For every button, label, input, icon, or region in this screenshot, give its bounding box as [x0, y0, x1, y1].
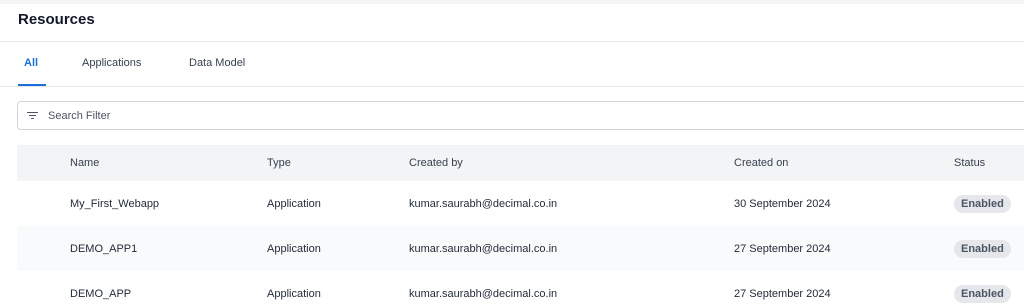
column-header-created-on[interactable]: Created on: [734, 145, 788, 181]
cell-status: Enabled: [954, 271, 1011, 306]
status-badge: Enabled: [954, 194, 1011, 213]
table-row[interactable]: My_First_Webapp Application kumar.saurab…: [17, 181, 1024, 226]
cell-status: Enabled: [954, 226, 1011, 271]
filter-icon: [27, 111, 38, 121]
cell-created-by: kumar.saurabh@decimal.co.in: [409, 287, 558, 300]
cell-name[interactable]: DEMO_APP1: [70, 226, 137, 271]
tab-applications[interactable]: Applications: [82, 57, 141, 69]
resources-table: Name Type Created by Created on Status M…: [17, 145, 1024, 306]
status-badge: Enabled: [954, 284, 1011, 303]
column-header-name[interactable]: Name: [70, 145, 99, 181]
cell-created-on: 27 September 2024: [734, 242, 831, 255]
search-filter[interactable]: [17, 101, 1024, 130]
table-header: Name Type Created by Created on Status: [17, 145, 1024, 181]
table-row[interactable]: DEMO_APP Application kumar.saurabh@decim…: [17, 271, 1024, 306]
column-header-type[interactable]: Type: [267, 145, 291, 181]
cell-created-by: kumar.saurabh@decimal.co.in: [409, 197, 558, 210]
cell-name[interactable]: My_First_Webapp: [70, 181, 159, 226]
page-title: Resources: [18, 11, 95, 28]
cell-created-on: 30 September 2024: [734, 197, 831, 210]
active-tab-indicator: [18, 84, 46, 86]
column-header-created-by[interactable]: Created by: [409, 145, 463, 181]
search-input[interactable]: [48, 107, 948, 125]
table-row[interactable]: DEMO_APP1 Application kumar.saurabh@deci…: [17, 226, 1024, 271]
cell-created-by: kumar.saurabh@decimal.co.in: [409, 242, 558, 255]
cell-created-on: 27 September 2024: [734, 287, 831, 300]
status-badge: Enabled: [954, 239, 1011, 258]
column-header-status[interactable]: Status: [954, 145, 985, 181]
tab-bar: All Applications Data Model: [0, 42, 1024, 87]
tab-data-model[interactable]: Data Model: [189, 57, 245, 69]
tab-all[interactable]: All: [24, 57, 38, 69]
cell-type: Application: [267, 287, 321, 300]
cell-status: Enabled: [954, 181, 1011, 226]
cell-type: Application: [267, 197, 321, 210]
cell-type: Application: [267, 242, 321, 255]
cell-name[interactable]: DEMO_APP: [70, 271, 131, 306]
page-header: Resources: [0, 4, 1024, 42]
resources-page: Resources All Applications Data Model Na…: [0, 0, 1024, 306]
